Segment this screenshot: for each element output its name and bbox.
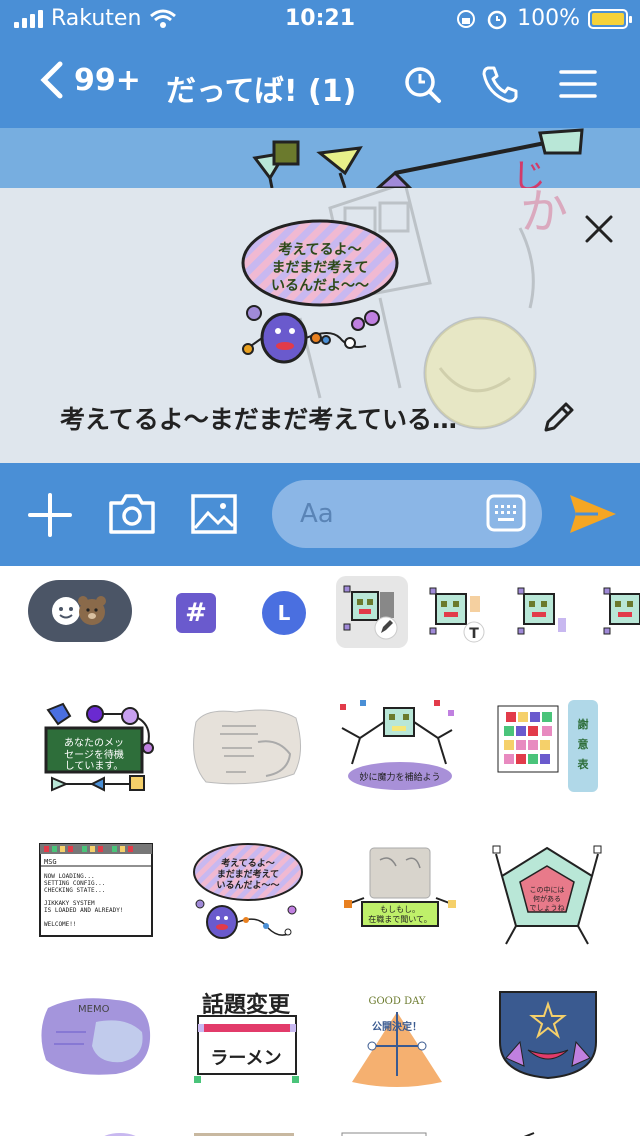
chat-header: 99+ だってば! (1) [0, 40, 640, 128]
sticker-preview-panel: か 考えてるよ～ まだまだ考えて いるんだよ～～ 考えてるよ～まだまだ考えている… [0, 188, 640, 463]
battery-percent: 100% [517, 6, 580, 31]
svg-text:まだまだ考えて: まだまだ考えて [271, 259, 368, 276]
chat-title[interactable]: だってば! (1) [166, 66, 356, 110]
svg-text:JIKKAKY SYSTEM: JIKKAKY SYSTEM [44, 900, 95, 907]
svg-text:話題変更: 話題変更 [202, 992, 291, 1018]
background-artwork: じ [252, 128, 584, 188]
hashtag-tab[interactable]: # [162, 578, 232, 648]
phone-icon[interactable] [480, 64, 520, 104]
svg-text:か: か [520, 188, 568, 240]
image-icon[interactable] [190, 493, 238, 535]
sticker-row4-4[interactable] [494, 1126, 624, 1136]
sticker-colorful-grid[interactable]: 謝 意 表 [494, 698, 624, 813]
sticker-pentagon[interactable]: この中には 何がある でしょうね [492, 840, 622, 955]
sticker-grid: あなたのメッ セージを待機 しています。 妙に魔力を補給よう 謝 意 表 MSG… [0, 672, 640, 1136]
l-tab[interactable]: L [250, 578, 320, 648]
battery-icon [588, 8, 632, 29]
search-icon[interactable] [402, 64, 442, 104]
sticker-pack-tab-2[interactable]: T [422, 578, 492, 648]
sticker-magic-supply[interactable]: 妙に魔力を補給よう [338, 698, 468, 813]
svg-text:意: 意 [578, 737, 589, 751]
preview-caption: 考えてるよ～まだまだ考えている… [60, 405, 458, 434]
svg-text:妙に魔力を補給よう: 妙に魔力を補給よう [359, 771, 440, 783]
chat-background: じ [0, 128, 640, 188]
svg-text:IS LOADED AND ALREADY!: IS LOADED AND ALREADY! [44, 907, 123, 914]
sticker-pack-icon: T [429, 587, 485, 643]
sticker-row4-2[interactable] [194, 1126, 324, 1136]
message-input-bar [0, 463, 640, 566]
send-icon[interactable] [568, 491, 618, 537]
close-icon[interactable] [584, 214, 614, 244]
message-text-field[interactable] [300, 494, 500, 534]
sticker-pack-icon [343, 585, 398, 640]
camera-icon[interactable] [108, 493, 156, 535]
svg-text:じ: じ [512, 157, 546, 188]
menu-icon[interactable] [558, 64, 598, 104]
emoji-bear-icon [52, 596, 106, 625]
hashtag-icon: # [176, 593, 216, 633]
svg-text:いるんだよ～～: いるんだよ～～ [271, 278, 369, 294]
svg-text:CHECKING STATE...: CHECKING STATE... [44, 887, 105, 894]
svg-text:考えてるよ～: 考えてるよ～ [278, 241, 361, 258]
sticker-pack-tab-4[interactable] [596, 578, 640, 648]
svg-text:MSG: MSG [44, 858, 57, 866]
svg-text:表: 表 [577, 757, 590, 771]
svg-text:何がある: 何がある [533, 894, 561, 903]
sticker-pack-icon [603, 587, 640, 635]
svg-text:しています。: しています。 [65, 760, 124, 772]
svg-text:謝: 謝 [578, 717, 589, 731]
sticker-star-face[interactable] [494, 986, 624, 1101]
svg-text:T: T [469, 626, 479, 642]
alarm-icon [487, 10, 507, 29]
svg-text:公開決定！: 公開決定！ [372, 1020, 422, 1033]
sticker-thinking[interactable]: 考えてるよ～ まだまだ考えて いるんだよ～～ [188, 840, 318, 955]
sticker-row4-3[interactable] [340, 1126, 470, 1136]
sticker-pack-tab-active[interactable] [336, 576, 408, 648]
svg-text:この中には: この中には [530, 885, 565, 894]
keyboard-icon[interactable] [486, 494, 526, 532]
svg-text:まだまだ考えて: まだまだ考えて [217, 868, 279, 880]
svg-text:ラーメン: ラーメン [210, 1048, 281, 1069]
svg-text:セージを待機: セージを待機 [64, 748, 124, 761]
svg-text:でしょうね: でしょうね [530, 904, 565, 912]
rotation-lock-icon [457, 9, 476, 28]
sticker-row4-1[interactable] [40, 1126, 170, 1136]
pencil-icon[interactable] [540, 398, 578, 436]
svg-text:在職まで聞いて。: 在職まで聞いて。 [368, 914, 432, 924]
sticker-pack-tab-3[interactable] [510, 578, 580, 648]
chevron-left-icon [40, 61, 63, 99]
svg-text:MEMO: MEMO [78, 1004, 110, 1015]
unread-count: 99+ [74, 62, 141, 98]
sticker-now-loading[interactable]: MSG NOW LOADING... SETTING CONFIG... CHE… [38, 842, 168, 957]
emoji-tab[interactable] [28, 580, 132, 642]
sticker-topic-change[interactable]: 話題変更 ラーメン [192, 986, 322, 1101]
sticker-pack-icon [517, 587, 566, 635]
svg-text:SETTING CONFIG...: SETTING CONFIG... [44, 880, 105, 887]
sticker-memo[interactable]: MEMO [36, 992, 166, 1107]
back-button[interactable]: 99+ [38, 60, 141, 100]
svg-text:考えてるよ～: 考えてるよ～ [221, 857, 275, 869]
sticker-good-day[interactable]: GOOD DAY 公開決定！ [342, 986, 472, 1101]
sticker-waiting-message[interactable]: あなたのメッ セージを待機 しています。 [38, 698, 168, 813]
sticker-paper-note[interactable] [186, 702, 316, 817]
l-icon: L [262, 591, 306, 635]
svg-text:もしもし。: もしもし。 [380, 905, 420, 914]
svg-text:いるんだよ～～: いるんだよ～～ [216, 880, 279, 891]
message-input[interactable] [272, 480, 542, 548]
sticker-tabs: # L T [0, 566, 640, 666]
status-bar: Rakuten 10:21 100% [0, 0, 640, 40]
svg-text:WELCOME!!: WELCOME!! [44, 921, 77, 928]
plus-icon[interactable] [28, 493, 72, 537]
svg-text:GOOD DAY: GOOD DAY [368, 996, 425, 1007]
svg-text:NOW LOADING...: NOW LOADING... [44, 873, 95, 880]
svg-text:あなたのメッ: あなたのメッ [64, 737, 124, 749]
sticker-moshimoshi[interactable]: もしもし。 在職まで聞いて。 [340, 840, 470, 955]
